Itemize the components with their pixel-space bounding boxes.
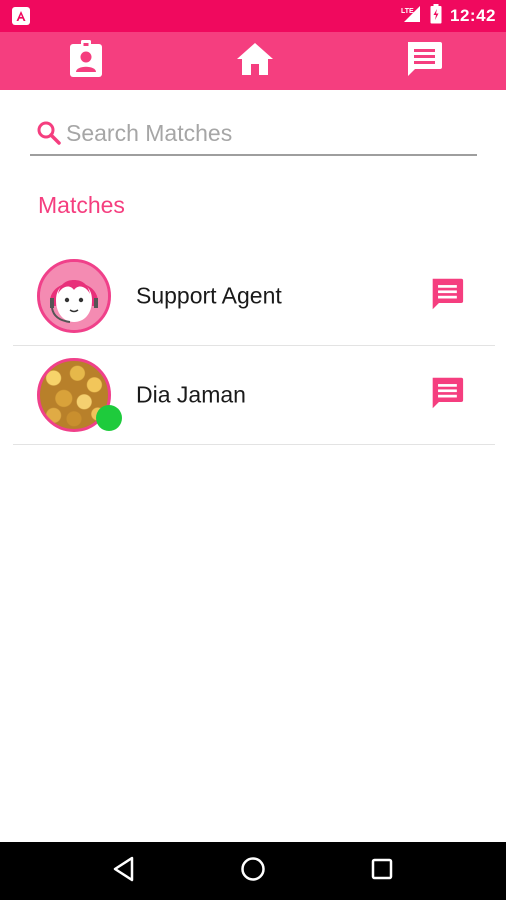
messages-button[interactable] (402, 39, 446, 83)
chat-icon (430, 277, 464, 316)
status-left (12, 7, 30, 25)
home-circle-icon (240, 856, 266, 887)
battery-icon (430, 3, 442, 29)
app-notification-icon (12, 7, 30, 25)
lte-label: LTE (401, 8, 414, 15)
search-input[interactable] (66, 119, 456, 147)
status-time: 12:42 (450, 6, 496, 25)
recents-icon (370, 857, 394, 886)
back-icon (112, 856, 136, 887)
chat-icon (430, 376, 464, 415)
home-icon (236, 42, 274, 81)
recents-button[interactable] (358, 847, 406, 895)
chat-button-support-agent[interactable] (427, 276, 467, 316)
online-status-dot (96, 405, 122, 431)
home-nav-button[interactable] (229, 847, 277, 895)
matches-section-title: Matches (38, 192, 125, 218)
lte-signal-icon: LTE (400, 4, 422, 29)
support-agent-avatar (37, 259, 111, 333)
home-button[interactable] (233, 39, 277, 83)
list-item-dia-jaman[interactable]: Dia Jaman (13, 346, 495, 445)
match-name: Support Agent (136, 282, 282, 309)
system-nav-bar (0, 842, 506, 900)
search-icon (34, 118, 64, 148)
list-item-support-agent[interactable]: Support Agent (13, 247, 495, 346)
back-button[interactable] (100, 847, 148, 895)
search-bar[interactable] (30, 112, 477, 156)
match-name: Dia Jaman (136, 381, 246, 408)
chat-icon (405, 40, 443, 83)
profile-badge-icon (68, 39, 104, 83)
profile-button[interactable] (64, 39, 108, 83)
status-bar: LTE 12:42 (0, 0, 506, 32)
status-right: LTE 12:42 (400, 3, 496, 29)
chat-button-dia-jaman[interactable] (427, 375, 467, 415)
top-toolbar (0, 32, 506, 90)
match-list: Support Agent Dia Jaman (13, 247, 495, 445)
